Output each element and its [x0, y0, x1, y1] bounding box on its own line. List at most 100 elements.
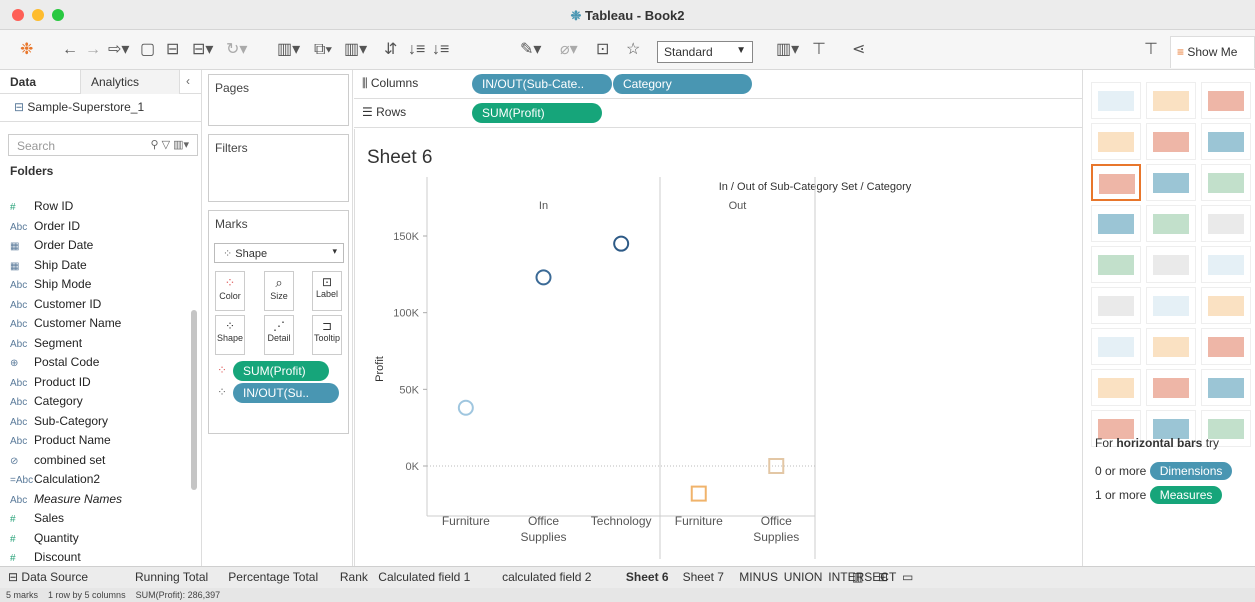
datasource-item[interactable]: ⊟ Sample-Superstore_1 [0, 94, 202, 122]
field-item[interactable]: Abc Product Name [10, 433, 111, 451]
chart-type-thumbnail[interactable] [1091, 82, 1141, 119]
chart-type-thumbnail[interactable] [1146, 246, 1196, 283]
highlight-icon[interactable]: ✎▾ [520, 40, 541, 60]
view-size-dropdown[interactable]: Standard ▼ [657, 41, 753, 63]
new-worksheet-icon[interactable]: ▥▾ [277, 40, 300, 60]
pin-icon[interactable]: ⊤ [1144, 40, 1158, 60]
clear-sheet-icon[interactable]: ▥▾ [344, 40, 367, 60]
redo-icon[interactable]: → [85, 40, 101, 60]
new-datasource-icon[interactable]: ⊟ [166, 40, 179, 60]
pause-updates-icon[interactable]: ⊟▾ [192, 40, 213, 60]
sheet-tab[interactable]: Calculated field 1 [378, 570, 470, 584]
field-item[interactable]: Abc Category [10, 394, 83, 412]
chart-type-thumbnail[interactable] [1091, 369, 1141, 406]
show-cards-icon[interactable]: ▥▾ [776, 40, 799, 60]
chart-type-thumbnail[interactable] [1146, 205, 1196, 242]
collapse-pane-icon[interactable]: ‹ [186, 74, 190, 88]
chart-type-thumbnail[interactable] [1091, 287, 1141, 324]
search-icon[interactable]: ⚲ ▽ ▥▾ [150, 138, 189, 151]
chart-type-thumbnail[interactable] [1146, 287, 1196, 324]
pages-card[interactable]: Pages [208, 74, 349, 126]
sheet-tab[interactable]: Sheet 7 [683, 570, 724, 584]
chart-type-thumbnail[interactable] [1091, 205, 1141, 242]
rows-pill-profit[interactable]: SUM(Profit) [472, 103, 602, 123]
field-item[interactable]: Abc Order ID [10, 219, 80, 237]
tab-data[interactable]: Data [10, 75, 36, 89]
sort-ascending-icon[interactable]: ↓≡ [408, 40, 425, 60]
chart-type-thumbnail[interactable] [1146, 82, 1196, 119]
columns-pill-category[interactable]: Category [612, 74, 752, 94]
tableau-home-icon[interactable]: ❉ [20, 40, 33, 60]
field-item[interactable]: Abc Segment [10, 336, 82, 354]
filters-card[interactable]: Filters [208, 134, 349, 202]
field-item[interactable]: # Row ID [10, 199, 73, 217]
sort-descending-icon[interactable]: ↓≡ [432, 40, 449, 60]
refresh-icon[interactable]: ↻▾ [226, 40, 247, 60]
sheet-tab[interactable]: MINUS [739, 570, 778, 584]
tab-analytics[interactable]: Analytics [80, 70, 180, 94]
field-item[interactable]: Abc Ship Mode [10, 277, 91, 295]
field-item[interactable]: ▦ Ship Date [10, 258, 87, 276]
label-button[interactable]: ⊡ Label [312, 271, 342, 311]
field-item[interactable]: # Sales [10, 511, 64, 529]
chart-type-thumbnail[interactable] [1146, 369, 1196, 406]
new-dashboard-tab-icon[interactable]: ⊞ [878, 570, 888, 584]
group-members-icon[interactable]: ⌀▾ [560, 40, 578, 60]
marks-profit-pill[interactable]: SUM(Profit) [233, 361, 329, 381]
chart-type-thumbnail[interactable] [1201, 287, 1251, 324]
chart-type-thumbnail[interactable] [1201, 164, 1251, 201]
chart-type-thumbnail[interactable] [1146, 328, 1196, 365]
marks-inout-pill[interactable]: IN/OUT(Su.. [233, 383, 339, 403]
mark-type-dropdown[interactable]: ⁘ Shape ▾ [214, 243, 344, 263]
chart-type-thumbnail[interactable] [1201, 123, 1251, 160]
chart-type-thumbnail[interactable] [1091, 123, 1141, 160]
new-worksheet-tab-icon[interactable]: ▥ [852, 570, 863, 584]
field-item[interactable]: Abc Customer Name [10, 316, 121, 334]
sheet-tab[interactable]: Running Total [135, 570, 208, 584]
share-icon[interactable]: ⋖ [852, 40, 865, 60]
new-story-tab-icon[interactable]: ▭ [902, 570, 913, 584]
save-icon[interactable]: ▢ [140, 40, 155, 60]
chart-type-thumbnail[interactable] [1201, 82, 1251, 119]
swap-rows-columns-icon[interactable]: ⇵ [384, 40, 397, 60]
undo-icon[interactable]: ← [62, 40, 78, 60]
field-item[interactable]: =AbcCalculation2 [10, 472, 100, 490]
field-item[interactable]: Abc Sub-Category [10, 414, 108, 432]
detail-button[interactable]: ⋰ Detail [264, 315, 294, 355]
chart-type-thumbnail[interactable] [1201, 246, 1251, 283]
fix-axes-icon[interactable]: ☆ [626, 40, 640, 60]
sheet-tab[interactable]: Percentage Total [228, 570, 318, 584]
field-item[interactable]: # Quantity [10, 531, 79, 549]
size-button[interactable]: ⌕ Size [264, 271, 294, 311]
presentation-mode-icon[interactable]: ⊤ [812, 40, 826, 60]
chart-type-thumbnail[interactable] [1091, 246, 1141, 283]
color-button[interactable]: ⁘ Color [215, 271, 245, 311]
field-item[interactable]: ⊕ Postal Code [10, 355, 99, 373]
sheet-tab[interactable]: Sheet 6 [626, 570, 669, 584]
rows-shelf[interactable]: ☰ Rows SUM(Profit) [354, 99, 1082, 128]
show-labels-icon[interactable]: ⊡ [596, 40, 609, 60]
tooltip-button[interactable]: ⊐ Tooltip [312, 315, 342, 355]
chart-type-thumbnail[interactable] [1146, 123, 1196, 160]
columns-shelf[interactable]: ⫼ Columns IN/OUT(Sub-Cate.. Category [354, 70, 1082, 99]
field-item[interactable]: Abc Customer ID [10, 297, 101, 315]
duplicate-sheet-icon[interactable]: ⧉▾ [314, 40, 332, 60]
data-source-icon[interactable]: ⇨▾ [108, 40, 129, 60]
scrollbar[interactable] [191, 310, 197, 490]
chart-type-thumbnail[interactable] [1201, 205, 1251, 242]
chart-type-thumbnail[interactable] [1091, 164, 1141, 201]
chart-type-thumbnail[interactable] [1146, 164, 1196, 201]
chart-type-thumbnail[interactable] [1201, 328, 1251, 365]
sheet-tab[interactable]: Rank [340, 570, 368, 584]
chart-type-thumbnail[interactable] [1201, 369, 1251, 406]
show-me-button[interactable]: ≡ Show Me [1170, 36, 1255, 68]
sheet-tab[interactable]: calculated field 2 [502, 570, 591, 584]
chart-type-thumbnail[interactable] [1091, 328, 1141, 365]
tab-data-source[interactable]: ⊟ Data Source [8, 570, 88, 584]
field-item[interactable]: Abc Product ID [10, 375, 91, 393]
sheet-tab[interactable]: UNION [784, 570, 823, 584]
field-item[interactable]: ⊘ combined set [10, 453, 105, 471]
search-input[interactable]: Search ⚲ ▽ ▥▾ [8, 134, 198, 156]
field-item[interactable]: Abc Measure Names [10, 492, 122, 510]
shape-button[interactable]: ⁘ Shape [215, 315, 245, 355]
